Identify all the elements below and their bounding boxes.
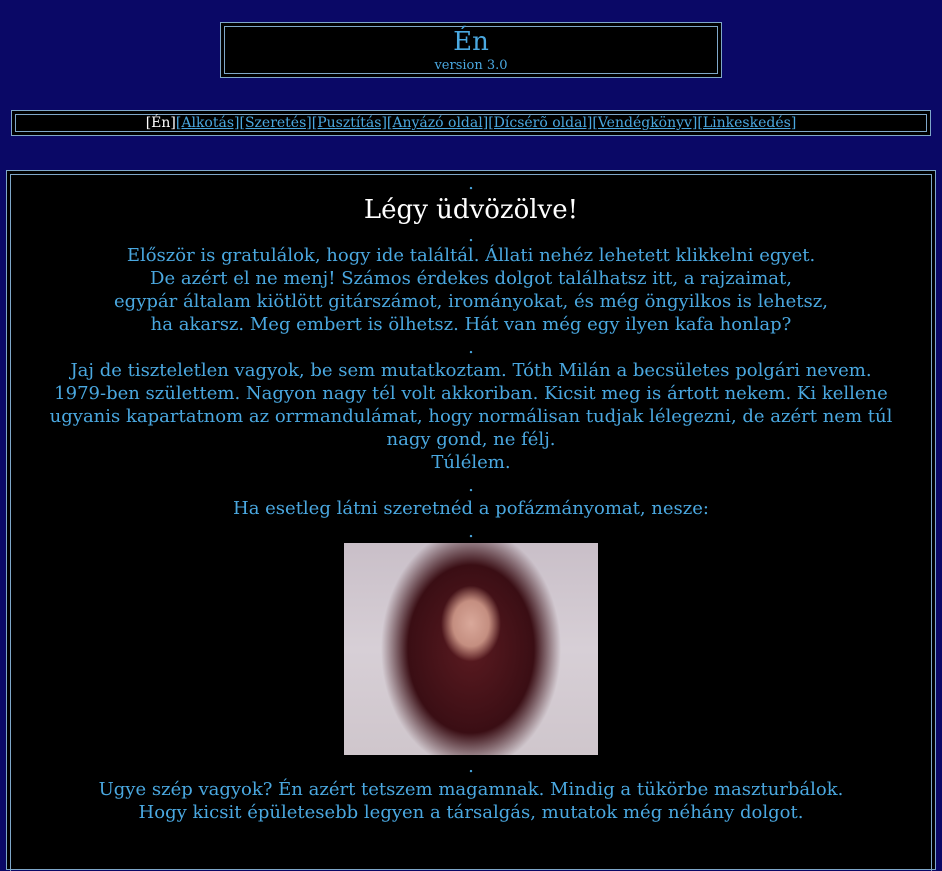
- content-panel: . Légy üdvözölve! . Először is gratulálo…: [6, 170, 936, 871]
- bio-line: nagy gond, ne félj.: [386, 429, 556, 450]
- nav-link-pusztitas[interactable]: [Pusztítás]: [312, 115, 387, 131]
- nav-link-vendegkonyv[interactable]: [Vendégkönyv]: [592, 115, 697, 131]
- nav-link-linkeskedes[interactable]: [Linkeskedés]: [697, 115, 796, 131]
- nav-link-anyazo-oldal[interactable]: [Anyázó oldal]: [387, 115, 488, 131]
- photo-intro-line: Ha esetleg látni szeretnéd a pofázmányom…: [233, 498, 709, 519]
- dot-separator: .: [468, 521, 474, 542]
- bio-line: Jaj de tiszteletlen vagyok, be sem mutat…: [70, 360, 872, 381]
- nav-link-szeretes[interactable]: [Szeretés]: [239, 115, 311, 131]
- intro-line: egypár általam kiötlött gitárszámot, iro…: [114, 291, 828, 312]
- nav-current: [Én]: [145, 115, 176, 131]
- site-version: version 3.0: [434, 58, 508, 73]
- content-area: . Légy üdvözölve! . Először is gratulálo…: [19, 171, 923, 824]
- dot-separator: .: [468, 756, 474, 777]
- welcome-heading: Légy üdvözölve!: [363, 195, 579, 225]
- dot-separator: .: [468, 173, 474, 194]
- dot-separator: .: [468, 225, 474, 246]
- dot-separator: .: [468, 337, 474, 358]
- title-panel: Én version 3.0: [220, 22, 722, 78]
- site-title: Én: [453, 27, 489, 57]
- dot-separator: .: [468, 475, 474, 496]
- closing-line: Ugye szép vagyok? Én azért tetszem magam…: [98, 779, 844, 800]
- nav-link-alkotas[interactable]: [Alkotás]: [176, 115, 240, 131]
- bio-line: 1979-ben születtem. Nagyon nagy tél volt…: [54, 383, 888, 404]
- nav-link-dicsero-oldal[interactable]: [Dícsérõ oldal]: [488, 115, 592, 131]
- bio-line: Túlélem.: [431, 452, 511, 473]
- nav-panel: [Én][Alkotás][Szeretés][Pusztítás][Anyáz…: [11, 110, 931, 136]
- intro-line: ha akarsz. Meg embert is ölhetsz. Hát va…: [150, 314, 792, 335]
- intro-line: Először is gratulálok, hogy ide találtál…: [126, 245, 816, 266]
- portrait-photo: [344, 543, 598, 755]
- closing-line: Hogy kicsit épületesebb legyen a társalg…: [138, 802, 804, 823]
- nav-bar: [Én][Alkotás][Szeretés][Pusztítás][Anyáz…: [12, 115, 930, 132]
- intro-line: De azért el ne menj! Számos érdekes dolg…: [150, 268, 792, 289]
- bio-line: ugyanis kapartatnom az orrmandulámat, ho…: [49, 406, 893, 427]
